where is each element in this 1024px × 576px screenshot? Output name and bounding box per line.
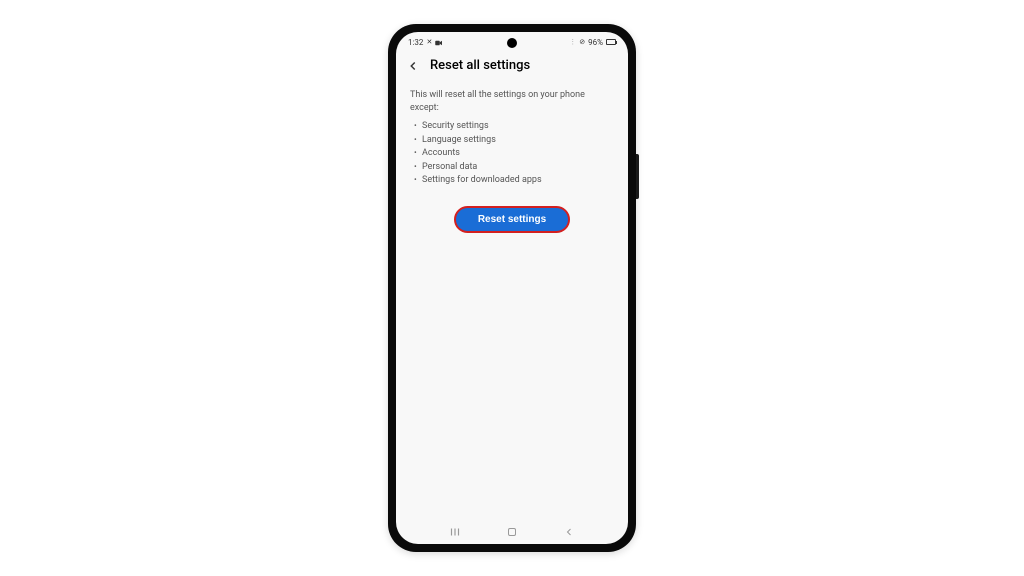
status-bar-left: 1:32 ✕ bbox=[408, 38, 443, 47]
camera-notch bbox=[507, 38, 517, 48]
list-item: Security settings bbox=[422, 120, 614, 134]
content-area: This will reset all the settings on your… bbox=[396, 81, 628, 516]
back-button[interactable] bbox=[406, 59, 420, 73]
recents-button[interactable] bbox=[446, 523, 464, 541]
phone-frame: 1:32 ✕ ⋮ ⊘ 96% bbox=[388, 24, 636, 552]
list-item: Language settings bbox=[422, 134, 614, 148]
navigation-bar bbox=[396, 516, 628, 544]
list-item: Accounts bbox=[422, 147, 614, 161]
back-nav-button[interactable] bbox=[560, 523, 578, 541]
list-item: Settings for downloaded apps bbox=[422, 174, 614, 188]
page-title: Reset all settings bbox=[430, 58, 530, 73]
page-header: Reset all settings bbox=[396, 50, 628, 81]
status-bar-right: ⋮ ⊘ 96% bbox=[569, 38, 616, 47]
phone-side-button bbox=[636, 154, 639, 199]
battery-icon bbox=[606, 39, 616, 45]
reset-settings-button[interactable]: Reset settings bbox=[454, 206, 570, 233]
phone-screen: 1:32 ✕ ⋮ ⊘ 96% bbox=[396, 32, 628, 544]
description-text: This will reset all the settings on your… bbox=[410, 89, 614, 114]
button-container: Reset settings bbox=[410, 206, 614, 233]
list-item: Personal data bbox=[422, 161, 614, 175]
battery-percent: 96% bbox=[588, 38, 603, 47]
dnd-icon: ⊘ bbox=[579, 38, 585, 46]
home-button[interactable] bbox=[503, 523, 521, 541]
no-sim-icon: ✕ bbox=[426, 38, 432, 46]
video-icon bbox=[435, 39, 443, 45]
wifi-icon: ⋮ bbox=[569, 38, 576, 46]
status-time: 1:32 bbox=[408, 38, 423, 47]
exception-list: Security settings Language settings Acco… bbox=[410, 120, 614, 188]
